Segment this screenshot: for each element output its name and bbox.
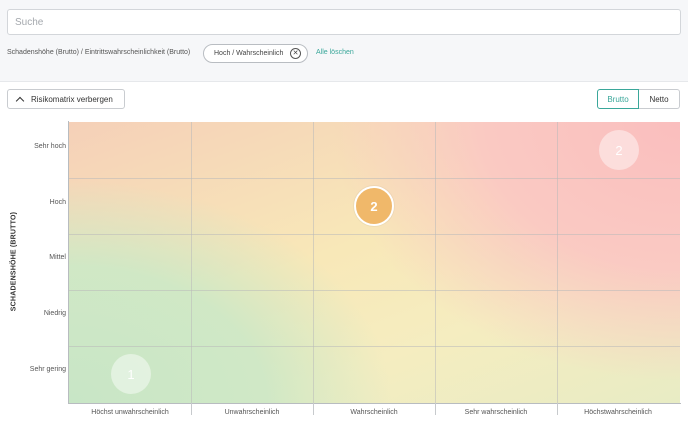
grid-line xyxy=(69,346,680,347)
x-label-unwahrscheinlich: Unwahrscheinlich xyxy=(224,409,280,416)
y-label-sehr-gering: Sehr gering xyxy=(29,366,66,373)
grid-line xyxy=(313,122,314,403)
chevron-up-icon xyxy=(15,96,25,105)
x-label-wahrscheinlich: Wahrscheinlich xyxy=(350,409,398,416)
brutto-netto-toggle: Brutto Netto xyxy=(597,89,680,109)
hide-risk-matrix-label: Risikomatrix verbergen xyxy=(31,94,113,104)
y-label-niedrig: Niedrig xyxy=(43,310,66,317)
y-label-sehr-hoch: Sehr hoch xyxy=(34,143,66,150)
x-label-hoechstwahrscheinlich: Höchstwahrscheinlich xyxy=(584,409,652,416)
grid-line xyxy=(69,178,680,179)
segment-brutto[interactable]: Brutto xyxy=(597,89,639,109)
x-label-sehr-wahrscheinlich: Sehr wahrscheinlich xyxy=(464,409,528,416)
risk-matrix: 2 2 1 xyxy=(69,122,680,403)
y-label-mittel: Mittel xyxy=(49,254,66,261)
filter-chip-label: Hoch / Wahrscheinlich xyxy=(214,50,284,57)
grid-line xyxy=(69,234,680,235)
filter-chip[interactable]: Hoch / Wahrscheinlich ✕ xyxy=(203,44,308,63)
risk-bubble-hoch-wahrscheinlich[interactable]: 2 xyxy=(354,186,394,226)
y-label-hoch: Hoch xyxy=(49,199,66,206)
y-axis-title: SCHADENSHÖHE (BRUTTO) xyxy=(10,211,18,312)
hide-risk-matrix-button[interactable]: Risikomatrix verbergen xyxy=(7,89,125,109)
segment-netto[interactable]: Netto xyxy=(639,89,680,109)
x-label-hoechst-unwahrscheinlich: Höchst unwahrscheinlich xyxy=(91,409,169,416)
active-filter-label: Schadenshöhe (Brutto) / Eintrittswahrsch… xyxy=(7,49,191,56)
grid-line xyxy=(557,122,558,403)
risk-bubble-sehr-hoch-hoechstwahrscheinlich[interactable]: 2 xyxy=(599,130,639,170)
close-icon[interactable]: ✕ xyxy=(290,48,301,59)
filter-panel: Schadenshöhe (Brutto) / Eintrittswahrsch… xyxy=(0,0,688,82)
grid-line xyxy=(69,290,680,291)
search-box[interactable] xyxy=(7,9,681,35)
search-input[interactable] xyxy=(8,10,680,34)
grid-line xyxy=(435,122,436,403)
clear-all-link[interactable]: Alle löschen xyxy=(316,49,354,56)
risk-bubble-sehr-gering-hoechst-unwahrscheinlich[interactable]: 1 xyxy=(111,354,151,394)
grid-line xyxy=(191,122,192,403)
